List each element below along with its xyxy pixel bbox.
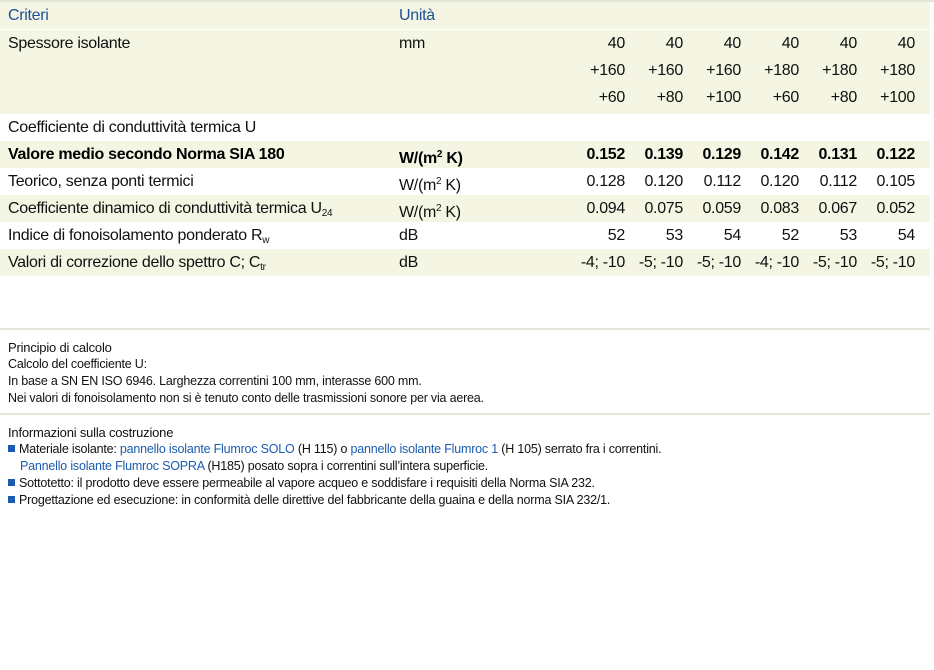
calc-line: Calcolo del coefficiente U: (8, 357, 147, 371)
list-item-continued: Pannello isolante Flumroc SOPRA (H185) p… (20, 459, 489, 473)
table-row: Indice di fonoisolamento ponderato Rw dB… (0, 222, 930, 249)
column-header-unit: Unità (399, 7, 435, 24)
link-flumroc-sopra[interactable]: Pannello isolante Flumroc SOPRA (20, 459, 204, 473)
row-label: Valori di correzione dello spettro C; Ct… (8, 254, 266, 273)
calc-line: In base a SN EN ISO 6946. Larghezza corr… (8, 374, 422, 388)
separator (0, 413, 930, 415)
list-item: Progettazione ed esecuzione: in conformi… (8, 492, 918, 509)
square-bullet-icon (8, 445, 15, 452)
separator (0, 328, 930, 330)
calc-title: Principio di calcolo (8, 340, 112, 355)
row-unit: dB (399, 227, 418, 244)
row-label: Teorico, senza ponti termici (8, 173, 194, 190)
list-item: Materiale isolante: pannello isolante Fl… (8, 441, 918, 458)
table-row: Valore medio secondo Norma SIA 180 W/(m2… (0, 141, 930, 168)
construction-notes: Informazioni sulla costruzione Materiale… (8, 424, 918, 509)
table-header-row: Criteri Unità (0, 2, 930, 29)
table-row: +160 +160 +160 +180 +180 +180 (0, 57, 930, 84)
square-bullet-icon (8, 496, 15, 503)
table-row: +60 +80 +100 +60 +80 +100 (0, 84, 930, 114)
cell-value: 0.122 (876, 146, 915, 163)
table-row: Coefficiente dinamico di conduttività te… (0, 195, 930, 222)
calculation-notes: Principio di calcolo Calcolo del coeffic… (8, 339, 918, 407)
cell-value: 40 (897, 35, 916, 52)
cell-value: -5; -10 (870, 254, 915, 271)
cell-value: +180 (880, 62, 915, 79)
section-label: Coefficiente di conduttività termica U (8, 119, 256, 136)
row-unit: mm (399, 35, 426, 52)
row-label: Valore medio secondo Norma SIA 180 (8, 146, 285, 163)
table-row: Coefficiente di conduttività termica U (0, 114, 930, 141)
row-unit: dB (399, 254, 418, 271)
list-item: Sottotetto: il prodotto deve essere perm… (8, 475, 918, 492)
link-flumroc-solo[interactable]: pannello isolante Flumroc SOLO (120, 442, 295, 456)
table-row: Valori di correzione dello spettro C; Ct… (0, 249, 930, 276)
cell-value: +100 (880, 89, 915, 106)
cell-value: 54 (897, 227, 916, 244)
link-flumroc-1[interactable]: pannello isolante Flumroc 1 (351, 442, 499, 456)
table-row: Teorico, senza ponti termici W/(m2 K) 0.… (0, 168, 930, 195)
row-label: Spessore isolante (8, 35, 131, 52)
construction-title: Informazioni sulla costruzione (8, 425, 174, 440)
cell-value: 0.052 (876, 200, 915, 217)
data-table: Criteri Unità Spessore isolante mm 40 40… (0, 0, 930, 276)
column-header-criteria: Criteri (8, 7, 49, 24)
calc-line: Nei valori di fonoisolamento non si è te… (8, 391, 484, 405)
cell-value: 0.105 (876, 173, 915, 190)
table-row: Spessore isolante mm 40 40 40 40 40 40 (0, 30, 930, 57)
square-bullet-icon (8, 479, 15, 486)
